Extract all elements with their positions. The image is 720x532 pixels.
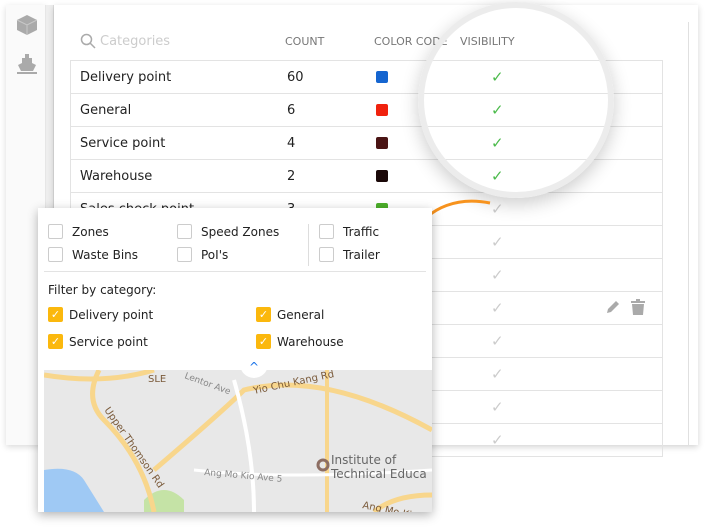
- checkbox-label: Zones: [72, 224, 109, 239]
- checkbox-label: Delivery point: [69, 307, 154, 322]
- layer-checkbox[interactable]: PoI's: [177, 247, 228, 262]
- filter-title: Filter by category:: [48, 283, 157, 297]
- visibility-check-icon[interactable]: ✓: [491, 431, 504, 449]
- visibility-check-icon[interactable]: ✓: [491, 266, 504, 284]
- checkbox-label: PoI's: [201, 247, 229, 262]
- visibility-check-icon[interactable]: ✓: [491, 398, 504, 416]
- checkbox[interactable]: ✓: [256, 307, 271, 322]
- category-count: 4: [287, 136, 296, 151]
- trash-icon[interactable]: [631, 299, 645, 315]
- visibility-check-icon[interactable]: ✓: [491, 167, 504, 185]
- search-icon: [80, 33, 96, 49]
- checkbox[interactable]: [319, 247, 334, 262]
- map-label: Technical Educa: [330, 467, 427, 481]
- visibility-check-icon[interactable]: ✓: [491, 365, 504, 383]
- divider: [688, 22, 689, 445]
- category-name: Delivery point: [80, 70, 172, 85]
- checkbox-label: Service point: [69, 334, 148, 349]
- layer-checkbox[interactable]: Waste Bins: [48, 247, 138, 262]
- checkbox[interactable]: [48, 224, 63, 239]
- package-icon[interactable]: [15, 13, 39, 37]
- visibility-check-icon[interactable]: ✓: [491, 134, 504, 152]
- category-name: Warehouse: [80, 169, 153, 184]
- checkbox[interactable]: [48, 247, 63, 262]
- color-swatch[interactable]: [376, 71, 388, 83]
- table-row[interactable]: Delivery point 60 ✓: [71, 61, 662, 94]
- checkbox-label: Trailer: [343, 247, 380, 262]
- search-placeholder: Categories: [100, 33, 171, 49]
- category-filter-checkbox[interactable]: ✓ General: [256, 307, 324, 322]
- divider: [44, 271, 426, 272]
- table-row[interactable]: Warehouse 2 ✓: [71, 160, 662, 193]
- layer-checkbox[interactable]: Trailer: [319, 247, 380, 262]
- checkbox[interactable]: [319, 224, 334, 239]
- edit-pencil-icon[interactable]: [605, 299, 621, 315]
- category-filter-checkbox[interactable]: ✓ Delivery point: [48, 307, 153, 322]
- map-label: SLE: [148, 374, 166, 385]
- checkbox-label: Traffic: [343, 224, 380, 239]
- visibility-check-icon[interactable]: ✓: [491, 68, 504, 86]
- checkbox-label: Speed Zones: [201, 224, 280, 239]
- category-count: 60: [287, 70, 304, 85]
- color-swatch[interactable]: [376, 137, 388, 149]
- checkbox[interactable]: ✓: [48, 307, 63, 322]
- visibility-check-icon[interactable]: ✓: [491, 299, 504, 317]
- category-filter-checkbox[interactable]: ✓ Warehouse: [256, 334, 344, 349]
- visibility-check-icon[interactable]: ✓: [491, 101, 504, 119]
- search-field[interactable]: Categories: [80, 33, 170, 49]
- category-name: General: [80, 103, 132, 118]
- category-count: 2: [287, 169, 296, 184]
- column-count[interactable]: COUNT: [285, 35, 324, 48]
- divider: [308, 224, 309, 266]
- category-name: Service point: [80, 136, 166, 151]
- column-visibility[interactable]: VISIBILITY: [460, 35, 515, 48]
- ship-icon[interactable]: [15, 51, 39, 75]
- layer-checkbox[interactable]: Traffic: [319, 224, 379, 239]
- checkbox-label: Waste Bins: [72, 247, 139, 262]
- category-filter-checkbox[interactable]: ✓ Service point: [48, 334, 148, 349]
- checkbox[interactable]: [177, 247, 192, 262]
- map-label: Institute of: [331, 453, 397, 467]
- checkbox[interactable]: [177, 224, 192, 239]
- visibility-check-icon[interactable]: ✓: [491, 332, 504, 350]
- color-swatch[interactable]: [376, 170, 388, 182]
- map-layers-popup: Zones Speed Zones Traffic Waste Bins PoI's Tr…: [38, 208, 432, 512]
- layer-checkbox[interactable]: Zones: [48, 224, 109, 239]
- checkbox-label: General: [277, 307, 325, 322]
- table-row[interactable]: General 6 ✓: [71, 94, 662, 127]
- layer-checkbox[interactable]: Speed Zones: [177, 224, 279, 239]
- checkbox-label: Warehouse: [277, 334, 344, 349]
- color-swatch[interactable]: [376, 104, 388, 116]
- column-color-code[interactable]: COLOR CODE: [374, 35, 448, 48]
- map-view[interactable]: SLE Lentor Ave Yio Chu Kang Rd Upper Tho…: [44, 370, 432, 512]
- checkbox[interactable]: ✓: [48, 334, 63, 349]
- table-row[interactable]: Service point 4 ✓: [71, 127, 662, 160]
- category-count: 6: [287, 103, 296, 118]
- checkbox[interactable]: ✓: [256, 334, 271, 349]
